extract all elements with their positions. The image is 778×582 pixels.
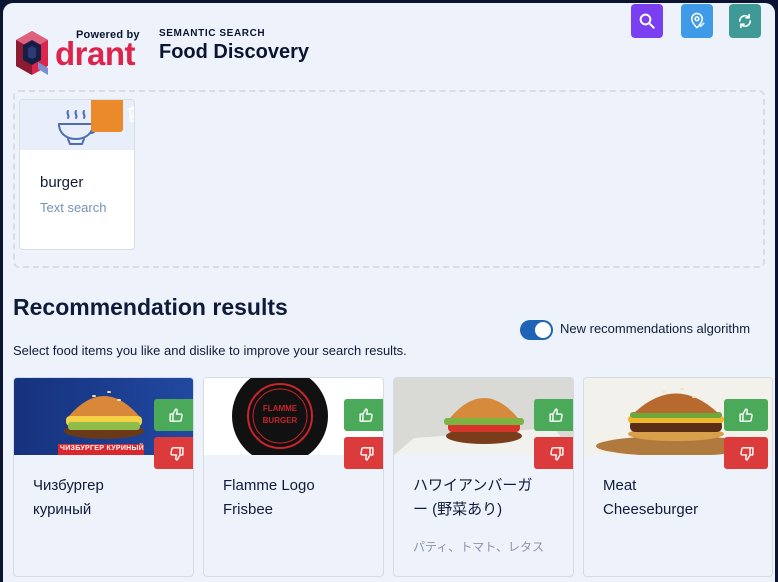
results-hint: Select food items you like and dislike t…: [13, 343, 407, 358]
thumbs-up-icon: [168, 407, 183, 422]
card-title: ハワイアンバーガー (野菜あり): [413, 477, 533, 518]
card-description: パティ、トマト、レタス: [413, 540, 545, 554]
result-card[interactable]: ЧИЗБУРГЕР КУРИНЫЙ Чизбургер куриный: [13, 377, 194, 577]
thumbs-down-icon: [359, 446, 374, 461]
thumbs-up-icon: [548, 407, 563, 422]
thumbs-down-icon: [549, 446, 564, 461]
card-title: Чизбургер куриный: [33, 477, 104, 518]
results-heading: Recommendation results: [13, 294, 288, 320]
like-button[interactable]: [344, 399, 383, 431]
dislike-button[interactable]: [154, 437, 193, 469]
location-icon: [691, 12, 705, 29]
like-button[interactable]: [534, 399, 573, 431]
result-card[interactable]: Meat Cheeseburger: [583, 377, 773, 577]
dislike-button[interactable]: [534, 437, 573, 469]
result-card[interactable]: ハワイアンバーガー (野菜あり) パティ、トマト、レタス: [393, 377, 574, 577]
thumbs-down-icon: [739, 446, 754, 461]
dislike-button[interactable]: [344, 437, 383, 469]
query-label: burger: [40, 174, 84, 191]
result-card[interactable]: FLAMME BURGER Flamme Logo Frisbee: [203, 377, 384, 577]
algorithm-toggle[interactable]: [520, 320, 553, 340]
dislike-button[interactable]: [724, 437, 768, 469]
card-title: Meat Cheeseburger: [603, 477, 699, 518]
reset-button[interactable]: [729, 4, 761, 38]
app-frame: Powered by drant SEMANTIC SEARCH Food Di…: [3, 3, 775, 582]
like-button[interactable]: [154, 399, 193, 431]
frisbee-logo-text: FLAMME BURGER: [262, 404, 298, 425]
thumbs-up-icon: [358, 407, 373, 422]
trash-icon: [127, 106, 134, 122]
location-button[interactable]: [681, 4, 713, 38]
query-card: burger Text search: [19, 99, 135, 250]
card-title: Flamme Logo Frisbee: [223, 477, 315, 518]
refresh-icon: [738, 13, 752, 29]
delete-query-button[interactable]: [91, 100, 134, 132]
query-type: Text search: [40, 200, 107, 215]
logo-wordmark: drant: [55, 35, 136, 72]
thumbs-up-icon: [738, 407, 753, 422]
page-title: Food Discovery: [159, 41, 310, 63]
app-subtitle: SEMANTIC SEARCH: [159, 28, 266, 39]
query-thumbnail: [20, 100, 134, 150]
like-button[interactable]: [724, 399, 768, 431]
algorithm-toggle-label: New recommendations algorithm: [560, 321, 751, 336]
search-button[interactable]: [631, 4, 663, 38]
search-icon: [639, 13, 655, 29]
banner-text: ЧИЗБУРГЕР КУРИНЫЙ: [60, 445, 145, 452]
thumbs-down-icon: [169, 446, 184, 461]
toggle-knob: [535, 322, 551, 338]
